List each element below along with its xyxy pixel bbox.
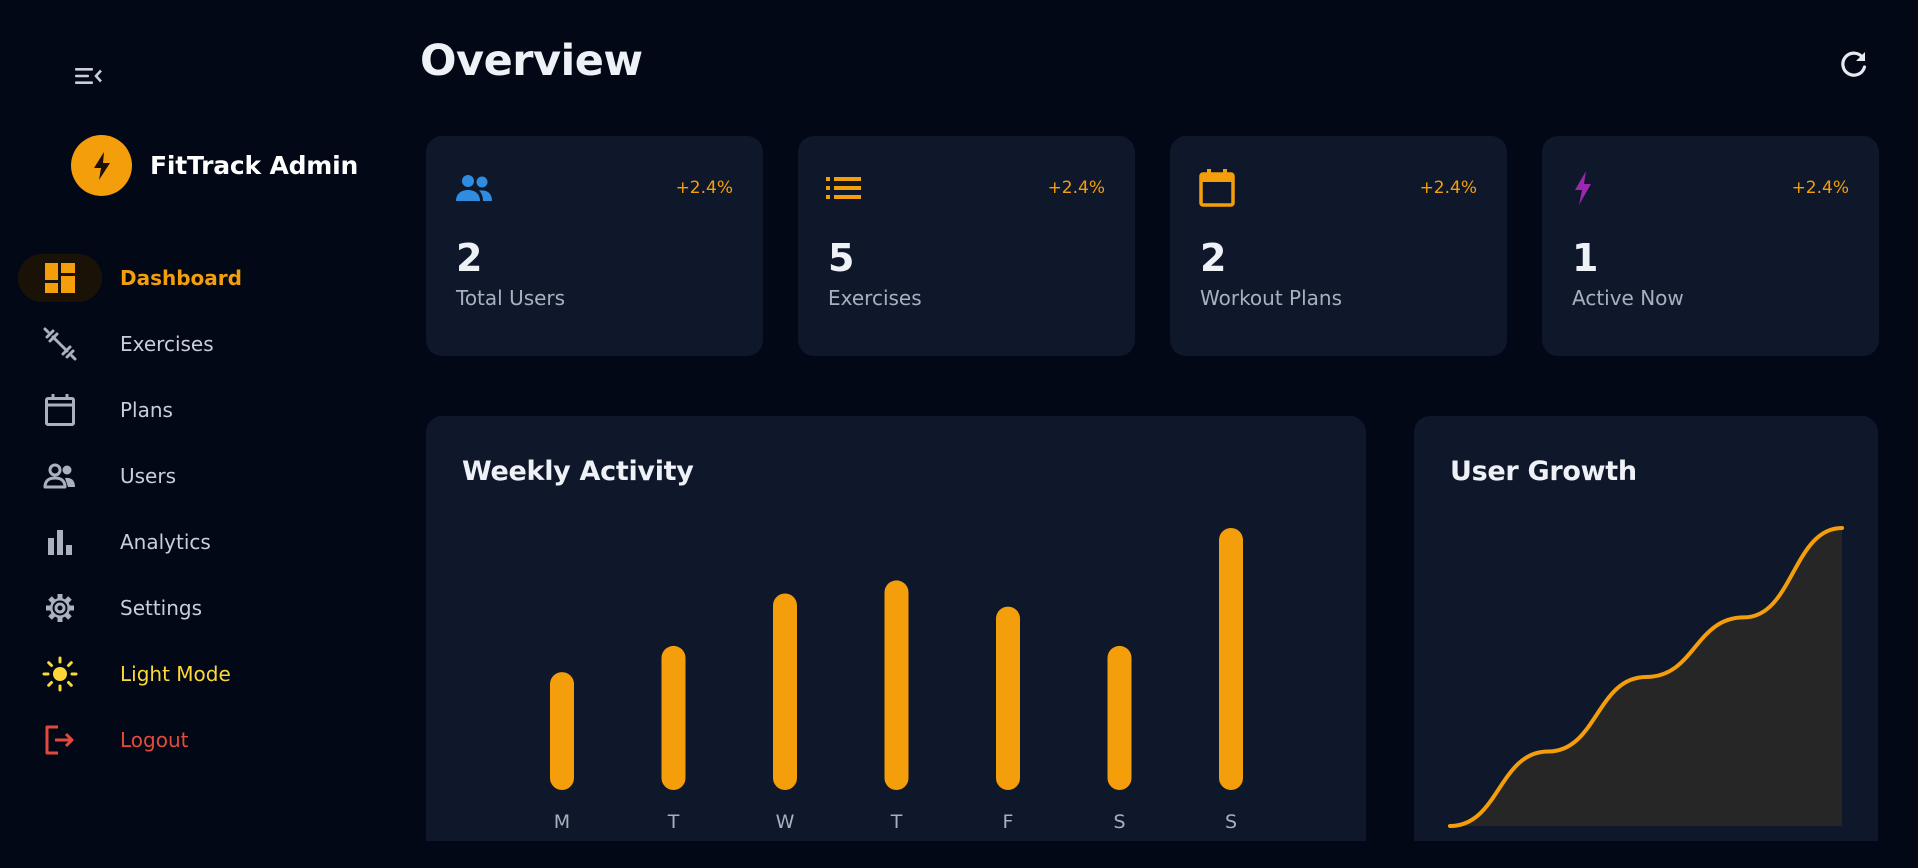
- collapse-menu-icon[interactable]: [72, 62, 104, 90]
- sidebar-item-label: Users: [120, 464, 177, 488]
- stat-value: 1: [1572, 236, 1599, 280]
- stat-change: +2.4%: [1047, 178, 1105, 198]
- dashboard-icon: [18, 254, 102, 302]
- bar-2: [773, 593, 797, 790]
- stat-label: Workout Plans: [1200, 286, 1343, 310]
- stat-change: +2.4%: [675, 178, 733, 198]
- bar-4: [996, 606, 1020, 790]
- dumbbell-icon: [18, 320, 102, 368]
- x-tick-label: M: [554, 811, 570, 833]
- stat-card-total-users: +2.4% 2 Total Users: [426, 136, 763, 356]
- x-tick-label: S: [1113, 811, 1125, 833]
- stat-label: Exercises: [828, 286, 922, 310]
- sidebar-item-label: Analytics: [120, 530, 211, 554]
- sidebar-item-label: Light Mode: [120, 662, 231, 686]
- sidebar-item-dashboard[interactable]: Dashboard: [18, 254, 348, 302]
- weekly-activity-chart: MTWTFSS: [550, 528, 1243, 833]
- sidebar-item-analytics[interactable]: Analytics: [18, 518, 348, 566]
- bar-1: [661, 645, 686, 790]
- brand[interactable]: FitTrack Admin: [71, 135, 358, 196]
- stat-label: Active Now: [1572, 286, 1684, 310]
- page-title: Overview: [420, 36, 643, 86]
- calendar-icon: [18, 386, 102, 434]
- weekly-activity-panel: Weekly Activity MTWTFSS: [426, 416, 1366, 841]
- sidebar-item-exercises[interactable]: Exercises: [18, 320, 348, 368]
- brand-name: FitTrack Admin: [150, 151, 359, 180]
- sidebar-item-label: Logout: [120, 728, 189, 752]
- lightning-icon: [1570, 166, 1614, 210]
- stat-card-active-now: +2.4% 1 Active Now: [1542, 136, 1879, 356]
- sun-icon: [18, 650, 102, 698]
- stat-card-exercises: +2.4% 5 Exercises: [798, 136, 1135, 356]
- x-tick-label: W: [776, 811, 795, 833]
- refresh-icon[interactable]: [1838, 48, 1870, 80]
- stat-value: 5: [828, 236, 855, 280]
- x-tick-label: S: [1225, 811, 1237, 833]
- stat-value: 2: [1200, 236, 1227, 280]
- stat-label: Total Users: [456, 286, 566, 310]
- user-growth-panel: User Growth: [1414, 416, 1878, 841]
- calendar-icon: [1198, 166, 1242, 210]
- gear-icon: [18, 584, 102, 632]
- stat-card-workout-plans: +2.4% 2 Workout Plans: [1170, 136, 1507, 356]
- sidebar-item-settings[interactable]: Settings: [18, 584, 348, 632]
- sidebar-item-plans[interactable]: Plans: [18, 386, 348, 434]
- app-root: FitTrack Admin Dashboard Exercises Plans…: [0, 0, 1918, 868]
- users-icon: [18, 452, 102, 500]
- bar-chart-icon: [18, 518, 102, 566]
- bar-3: [884, 580, 909, 790]
- sidebar-item-users[interactable]: Users: [18, 452, 348, 500]
- user-growth-chart: [1448, 526, 1844, 828]
- bar-5: [1107, 645, 1132, 790]
- lightning-bolt-logo-icon: [71, 135, 132, 196]
- x-tick-label: T: [667, 811, 680, 833]
- sidebar-item-label: Dashboard: [120, 266, 242, 290]
- users-icon: [454, 166, 498, 210]
- sidebar: FitTrack Admin Dashboard Exercises Plans…: [0, 0, 400, 868]
- logout-button[interactable]: Logout: [18, 716, 348, 764]
- stat-change: +2.4%: [1419, 178, 1477, 198]
- sidebar-item-label: Plans: [120, 398, 173, 422]
- stat-value: 2: [456, 236, 483, 280]
- sidebar-item-label: Exercises: [120, 332, 214, 356]
- x-tick-label: T: [890, 811, 903, 833]
- logout-icon: [18, 716, 102, 764]
- list-icon: [826, 166, 870, 210]
- light-mode-toggle[interactable]: Light Mode: [18, 650, 348, 698]
- stat-change: +2.4%: [1791, 178, 1849, 198]
- bar-0: [550, 672, 574, 790]
- x-tick-label: F: [1003, 811, 1014, 833]
- bar-6: [1219, 528, 1243, 790]
- sidebar-item-label: Settings: [120, 596, 203, 620]
